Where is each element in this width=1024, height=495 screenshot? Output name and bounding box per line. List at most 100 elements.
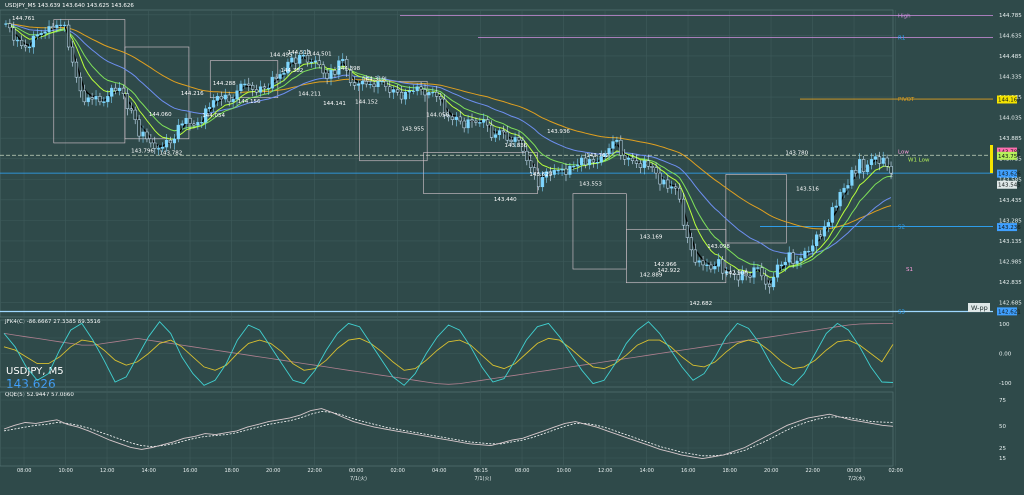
candle-body [294,57,298,64]
candle-body [313,60,317,63]
candle-body [4,23,8,25]
candle-body [830,207,834,223]
x-tick-label: 08:00 [515,468,529,474]
candle-body [838,192,842,207]
candle-body [525,150,529,162]
qqe-y-tick: 25 [999,446,1006,452]
candle-body [591,159,596,163]
candle-body [611,141,615,149]
price-tag-label: 143.545 [998,183,1021,189]
candle-body [411,90,415,92]
price-tag-label: 144.167 [998,97,1021,103]
candle-body [709,264,713,270]
price-annotation: 143.936 [547,129,570,135]
candle-body [834,205,838,208]
candle-body [239,83,243,92]
candle-body [846,185,850,189]
x-tick-label: 04:00 [432,468,446,474]
price-annotation: 143.782 [160,150,183,156]
candle-body [881,157,885,164]
candle-body [576,164,580,167]
candle-body [106,96,110,103]
candle-body [474,120,478,123]
candle-body [348,70,353,83]
price-annotation: 144.056 [426,113,449,119]
candle-body [388,86,392,93]
y-tick-label: 143.135 [999,239,1022,245]
candle-body [172,138,176,144]
candle-body [670,186,674,189]
high-label: High [898,13,911,19]
symbol-label: USDJPY, M5 [6,366,64,377]
candle-body [184,118,188,125]
chart-background [0,0,1024,491]
x-tick-label: 00:00 [349,468,363,474]
price-annotation: 142.906 [725,270,748,276]
candle-body [501,130,505,133]
candle-body [795,260,799,264]
x-tick-label: 16:00 [681,468,695,474]
candle-body [666,179,670,189]
candle-body [341,59,345,61]
candle-body [39,33,43,35]
candle-body [865,164,870,172]
qqe-y-tick: 50 [999,424,1006,430]
x-tick-label: 12:00 [100,468,114,474]
x-tick-label: 14:00 [640,468,654,474]
candle-body [799,257,803,262]
candle-body [70,46,75,63]
candle-body [760,267,764,277]
candle-body [160,146,165,149]
candle-body [125,93,129,109]
candle-body [685,224,690,238]
candle-body [356,83,361,86]
candle-body [595,161,599,164]
x-tick-label: 10:00 [557,468,571,474]
chart-root: USDJPY_M5 143.639 143.640 143.625 143.62… [0,0,1024,491]
candle-body [74,61,79,78]
candle-body [207,107,212,109]
candle-body [646,160,650,167]
candle-body [20,39,24,46]
candle-body [262,86,267,89]
candle-body [811,245,815,252]
candle-body [254,89,259,93]
price-annotation: 144.288 [213,81,236,87]
candle-body [818,234,823,237]
price-annotation: 143.169 [640,234,663,240]
candle-body [145,131,149,140]
price-annotation: 144.152 [355,100,378,106]
price-annotation: 144.761 [12,16,35,22]
candle-body [869,159,874,166]
x-tick-label: 12:00 [598,468,612,474]
y-tick-label: 144.335 [999,74,1022,80]
y-tick-label: 143.885 [999,136,1022,142]
candle-body [822,226,827,237]
candle-body [764,275,768,285]
candle-body [59,24,63,27]
candle-body [623,155,627,160]
candle-body [771,277,776,288]
candle-body [168,139,173,144]
candle-body [63,24,67,27]
candle-body [141,131,145,137]
qqe-y-tick: 15 [999,456,1006,462]
candle-body [415,86,419,92]
candle-body [627,157,631,160]
candle-body [419,86,423,90]
price-annotation: 144.156 [238,99,261,105]
candle-body [137,119,141,137]
price-annotation: 143.780 [785,151,808,157]
candle-body [458,116,462,122]
candle-body [658,172,662,185]
candle-body [850,170,854,186]
candle-body [783,261,787,266]
candle-body [693,249,697,263]
candle-body [807,250,811,253]
low-label: Low [898,149,909,155]
price-annotation: 142.682 [689,301,712,307]
r1-label: R1 [898,35,905,41]
x-tick-label: 14:00 [142,468,156,474]
candle-body [701,260,705,266]
candle-body [200,122,204,124]
